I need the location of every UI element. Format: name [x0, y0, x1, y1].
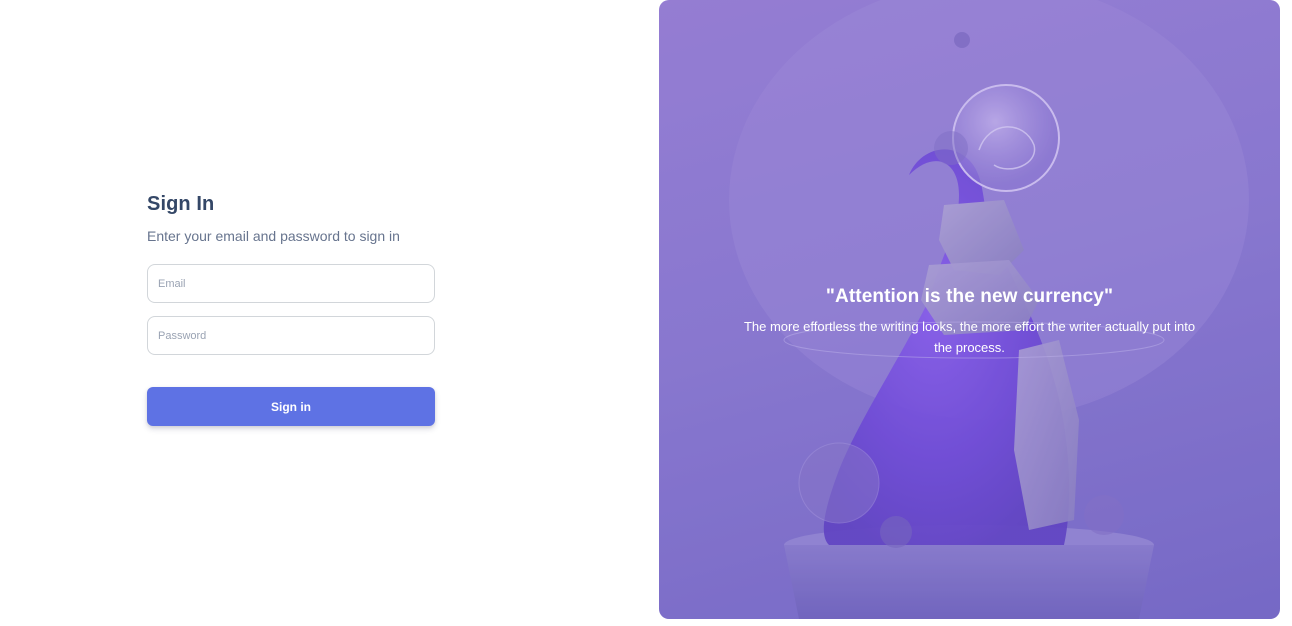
email-field[interactable]	[147, 264, 435, 303]
quote-body: The more effortless the writing looks, t…	[743, 319, 1196, 355]
signin-page: Sign In Enter your email and password to…	[0, 0, 1292, 626]
signin-title: Sign In	[147, 193, 215, 215]
illustration-panel: "Attention is the new currency" The more…	[659, 0, 1280, 619]
signin-form: Sign In Enter your email and password to…	[147, 193, 435, 426]
quote-title: "Attention is the new currency"	[825, 286, 1114, 307]
quote-block: "Attention is the new currency" The more…	[659, 286, 1280, 358]
signin-subtitle: Enter your email and password to sign in	[147, 228, 400, 244]
password-field[interactable]	[147, 316, 435, 355]
signin-button[interactable]: Sign in	[147, 387, 435, 426]
